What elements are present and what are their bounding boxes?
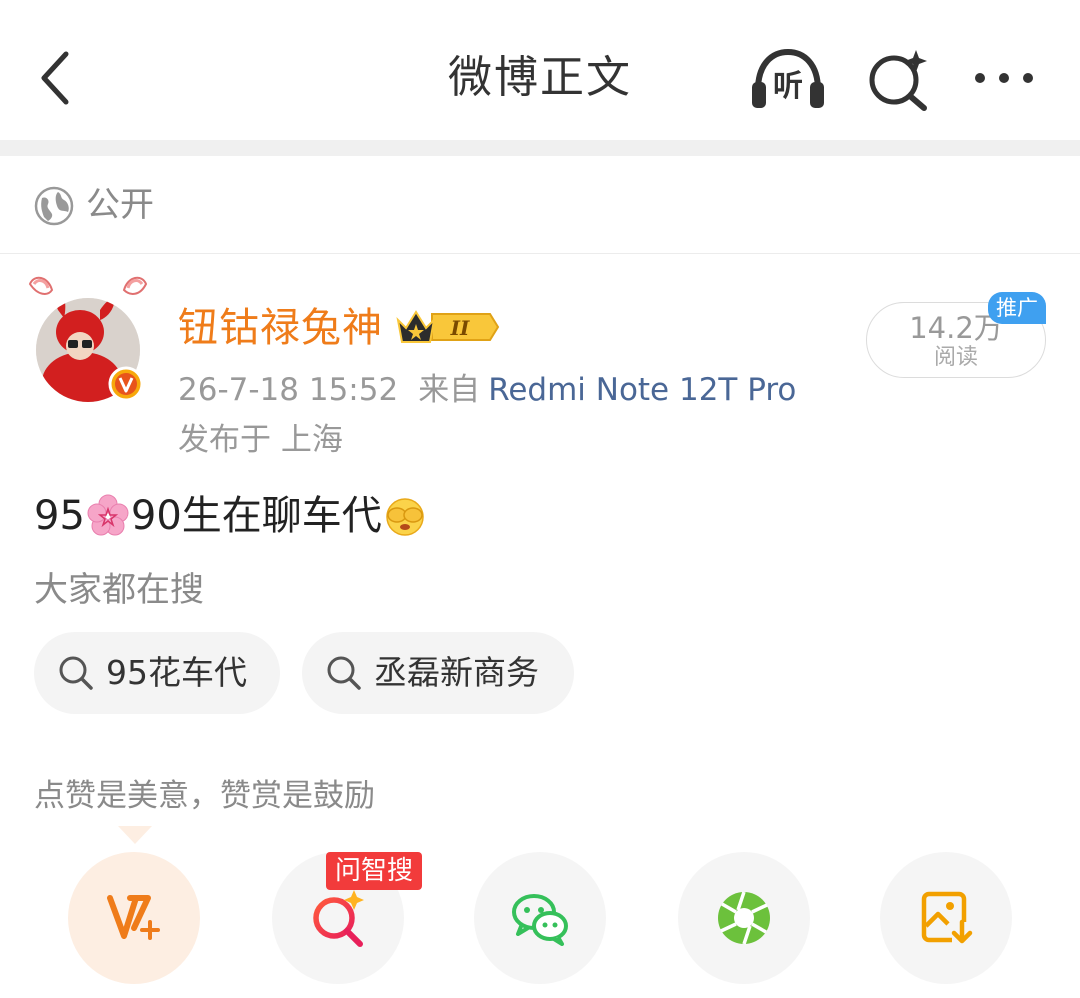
tooltip-pointer [118,826,152,844]
moments-aperture-icon [718,891,770,945]
share-wechat-button[interactable] [474,852,606,984]
hot-search-chip[interactable]: 95花车代 [34,632,280,714]
share-moments-button[interactable] [678,852,810,984]
hot-search-title: 大家都在搜 [34,570,204,610]
member-crown-badge-icon[interactable]: II [394,306,500,348]
visibility-row: 公开 [0,156,1080,254]
sparkle-search-icon [869,50,927,111]
author-name[interactable]: 钮钴禄兔神 [178,302,383,354]
vplus-reward-button[interactable] [68,852,200,984]
author-avatar[interactable] [22,270,154,408]
ai-search-icon [313,890,364,947]
more-button[interactable] [972,60,1036,96]
headphones-icon: 听 [752,48,824,108]
svg-text:听: 听 [773,69,803,104]
vplus-icon [107,895,160,940]
ask-search-tag[interactable]: 问智搜 [326,852,422,890]
search-icon [327,656,361,690]
save-image-icon [921,891,973,944]
post-from-label: 来自 [418,372,481,408]
post-text-part2: 90生在聊车代 [130,493,382,539]
svg-text:II: II [450,316,470,340]
reward-hint: 点赞是美意，赞赏是鼓励 [34,778,375,814]
wechat-icon [512,894,568,946]
post-meta: 26-7-18 15:52 来自 Redmi Note 12T Pro [178,368,796,412]
post-device-link[interactable]: Redmi Note 12T Pro [488,372,796,408]
post-location: 发布于 上海 [178,422,343,458]
hot-search-chip-label: 丞磊新商务 [374,653,539,692]
cherry-blossom-icon [87,494,129,536]
hot-search-chip-label: 95花车代 [106,653,247,692]
listen-button[interactable]: 听 [748,44,828,112]
post-time: 26-7-18 15:52 [178,372,399,408]
hot-search-chip[interactable]: 丞磊新商务 [302,632,574,714]
search-icon [59,656,93,690]
top-nav-bar: 微博正文 听 [0,0,1080,140]
visibility-label: 公开 [86,185,154,225]
section-divider [0,140,1080,156]
globe-icon [34,186,74,226]
reads-label: 阅读 [933,345,978,370]
avatar [28,276,148,402]
post-content: 95 90生在聊车代 [34,488,428,544]
more-dots-icon [975,73,1033,83]
save-image-button[interactable] [880,852,1012,984]
verified-v-icon [108,366,144,402]
promo-tag[interactable]: 推广 [988,292,1046,324]
post-text-part1: 95 [34,493,85,539]
face-covering-eyes-emoji-icon [386,498,424,536]
search-button[interactable] [864,44,934,114]
